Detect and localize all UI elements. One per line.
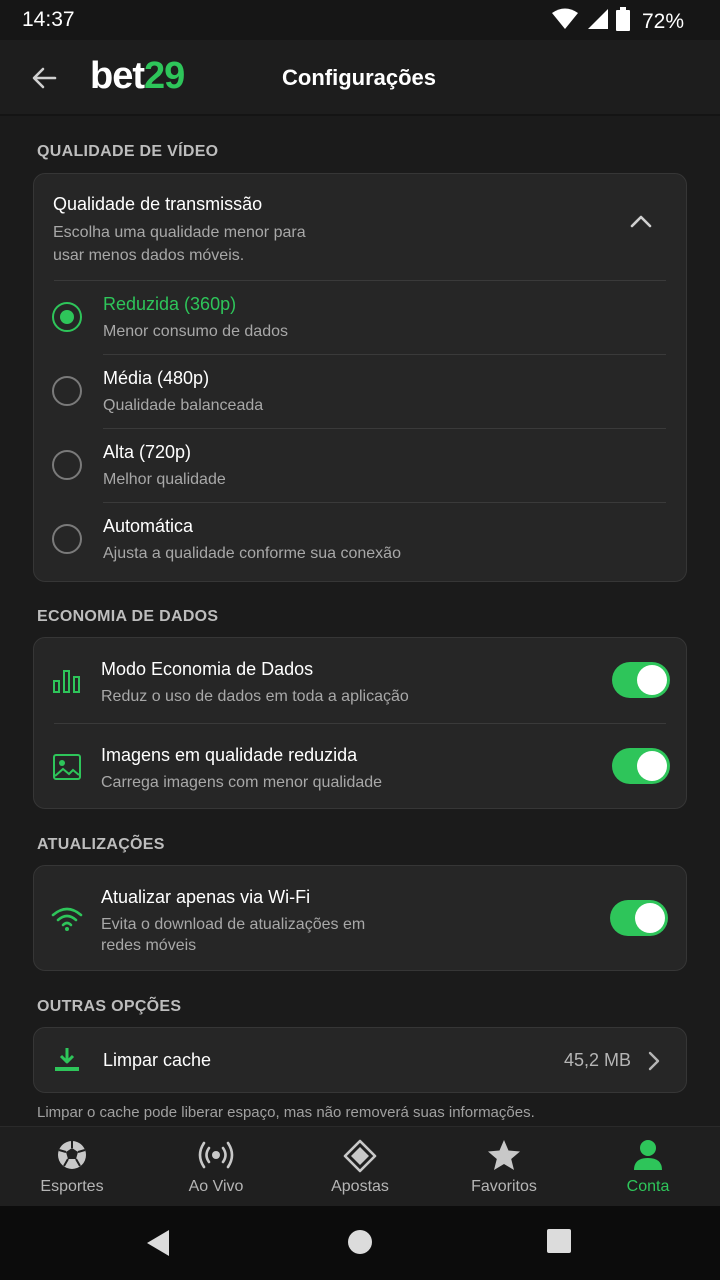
stream-quality-desc-1: Escolha uma qualidade menor para bbox=[53, 224, 306, 241]
system-nav-bar bbox=[0, 1206, 720, 1280]
quality-option-label: Automática bbox=[103, 516, 194, 536]
stream-quality-desc-2: usar menos dados móveis. bbox=[53, 247, 245, 264]
app-bar: bet29 Configurações bbox=[0, 40, 720, 116]
status-icons: 72% bbox=[551, 7, 684, 36]
wifi-status-icon bbox=[551, 8, 578, 35]
clear-cache-button[interactable]: Limpar cache 45,2 MB bbox=[33, 1027, 687, 1093]
quality-option-desc: Menor consumo de dados bbox=[103, 323, 288, 340]
wifi-only-desc-1: Evita o download de atualizações em bbox=[101, 916, 366, 933]
ticket-icon bbox=[343, 1139, 377, 1178]
nav-favoritos[interactable]: Favoritos bbox=[432, 1127, 576, 1207]
signal-status-icon bbox=[586, 8, 608, 35]
radio-unselected[interactable] bbox=[52, 376, 82, 406]
quality-option-auto[interactable]: Automática Ajusta a qualidade conforme s… bbox=[34, 503, 688, 576]
reduced-images-row: Imagens em qualidade reduzida Carrega im… bbox=[34, 724, 688, 809]
arrow-left-icon bbox=[32, 67, 57, 89]
updates-card: Atualizar apenas via Wi-Fi Evita o downl… bbox=[33, 865, 687, 971]
back-button[interactable] bbox=[26, 60, 62, 96]
triangle-back-icon bbox=[147, 1230, 169, 1256]
data-saver-label: Modo Economia de Dados bbox=[101, 659, 314, 679]
reduced-images-label: Imagens em qualidade reduzida bbox=[101, 745, 358, 765]
quality-option-desc: Melhor qualidade bbox=[103, 471, 226, 488]
app-logo: bet29 bbox=[90, 55, 185, 97]
cache-size: 45,2 MB bbox=[563, 1050, 631, 1070]
status-time: 14:37 bbox=[22, 8, 75, 31]
bar-chart-icon bbox=[52, 668, 82, 699]
wifi-only-desc-2: redes móveis bbox=[101, 937, 197, 954]
system-home-button[interactable] bbox=[346, 1228, 376, 1258]
section-title-other: OUTRAS OPÇÕES bbox=[37, 998, 182, 1015]
circle-home-icon bbox=[348, 1230, 372, 1254]
data-saver-toggle[interactable] bbox=[612, 662, 670, 698]
section-title-data-saving: ECONOMIA DE DADOS bbox=[37, 608, 219, 625]
clear-cache-label: Limpar cache bbox=[103, 1050, 212, 1070]
quality-option-label: Média (480p) bbox=[103, 368, 210, 388]
star-icon bbox=[487, 1139, 521, 1176]
system-recents-button[interactable] bbox=[546, 1228, 576, 1258]
page-title: Configurações bbox=[282, 65, 437, 90]
bottom-nav: Esportes Ao Vivo Apostas Favoritos Conta bbox=[0, 1126, 720, 1206]
quality-option-label: Reduzida (360p) bbox=[103, 294, 237, 314]
live-broadcast-icon bbox=[198, 1139, 234, 1176]
quality-option-360p[interactable]: Reduzida (360p) Menor consumo de dados bbox=[34, 281, 688, 354]
quality-option-label: Alta (720p) bbox=[103, 442, 192, 462]
cache-note: Limpar o cache pode liberar espaço, mas … bbox=[37, 1104, 535, 1121]
square-recents-icon bbox=[547, 1229, 571, 1253]
reduced-images-toggle[interactable] bbox=[612, 748, 670, 784]
data-saver-row: Modo Economia de Dados Reduz o uso de da… bbox=[34, 638, 688, 723]
nav-conta[interactable]: Conta bbox=[576, 1127, 720, 1207]
nav-label: Favoritos bbox=[471, 1178, 537, 1195]
nav-label: Apostas bbox=[331, 1178, 389, 1195]
radio-selected[interactable] bbox=[52, 302, 82, 332]
section-title-updates: ATUALIZAÇÕES bbox=[37, 836, 165, 853]
battery-percent: 72% bbox=[641, 9, 684, 33]
soccer-ball-icon bbox=[56, 1139, 88, 1176]
wifi-only-toggle[interactable] bbox=[610, 900, 668, 936]
radio-unselected[interactable] bbox=[52, 450, 82, 480]
radio-unselected[interactable] bbox=[52, 524, 82, 554]
download-icon bbox=[53, 1046, 81, 1079]
reduced-images-desc: Carrega imagens com menor qualidade bbox=[101, 774, 383, 791]
chevron-up-icon[interactable] bbox=[630, 214, 652, 233]
wifi-icon bbox=[51, 906, 83, 937]
data-saver-desc: Reduz o uso de dados em toda a aplicação bbox=[101, 688, 409, 705]
data-saving-card: Modo Economia de Dados Reduz o uso de da… bbox=[33, 637, 687, 809]
battery-status-icon bbox=[615, 7, 630, 36]
status-bar: 14:37 72% bbox=[0, 0, 720, 40]
quality-option-desc: Ajusta a qualidade conforme sua conexão bbox=[103, 545, 401, 562]
chevron-right-icon bbox=[648, 1051, 660, 1076]
nav-label: Esportes bbox=[40, 1178, 104, 1195]
system-back-button[interactable] bbox=[145, 1228, 175, 1258]
stream-quality-title: Qualidade de transmissão bbox=[53, 194, 263, 214]
stream-quality-card: Qualidade de transmissão Escolha uma qua… bbox=[33, 173, 687, 582]
user-icon bbox=[633, 1139, 663, 1176]
nav-apostas[interactable]: Apostas bbox=[288, 1127, 432, 1207]
nav-label: Conta bbox=[626, 1178, 670, 1195]
quality-option-480p[interactable]: Média (480p) Qualidade balanceada bbox=[34, 355, 688, 428]
nav-esportes[interactable]: Esportes bbox=[0, 1127, 144, 1207]
nav-ao-vivo[interactable]: Ao Vivo bbox=[144, 1127, 288, 1207]
section-title-video: QUALIDADE DE VÍDEO bbox=[37, 143, 219, 160]
wifi-only-label: Atualizar apenas via Wi-Fi bbox=[101, 887, 311, 907]
quality-option-720p[interactable]: Alta (720p) Melhor qualidade bbox=[34, 429, 688, 502]
quality-option-desc: Qualidade balanceada bbox=[103, 397, 264, 414]
settings-content[interactable]: QUALIDADE DE VÍDEO Qualidade de transmis… bbox=[0, 118, 720, 1126]
image-icon bbox=[52, 753, 82, 786]
nav-label: Ao Vivo bbox=[188, 1178, 244, 1195]
